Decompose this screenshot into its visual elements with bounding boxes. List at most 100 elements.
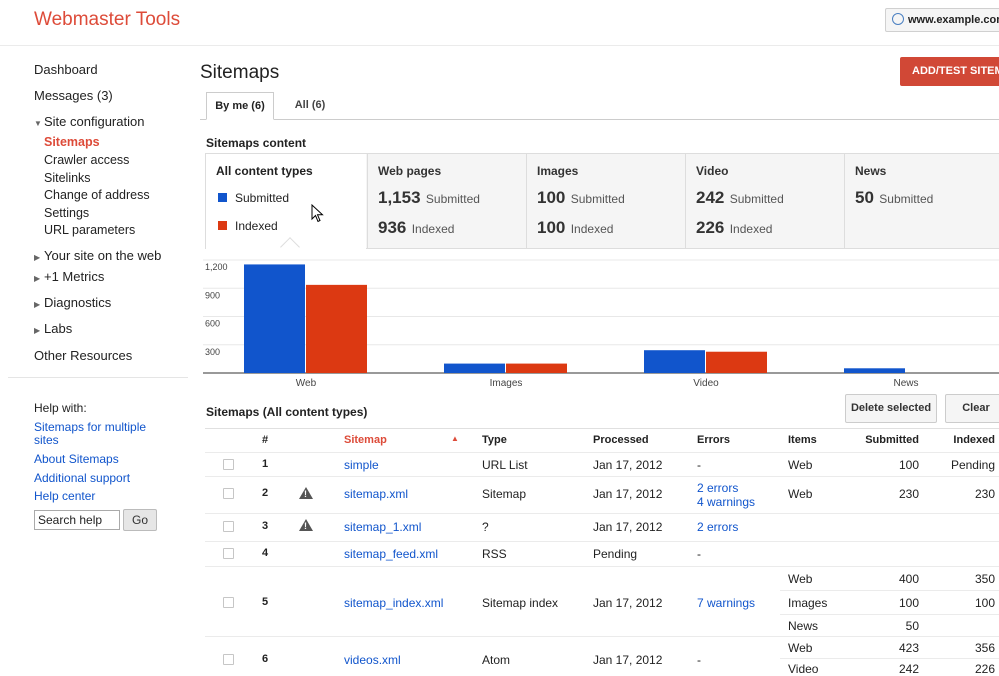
site-selector[interactable]: www.example.com: [885, 8, 999, 32]
content-type-images[interactable]: Images 100 Submitted 100 Indexed: [526, 154, 685, 248]
content-type-all[interactable]: All content types Submitted Indexed: [206, 154, 366, 249]
clear-button[interactable]: Clear: [945, 394, 999, 423]
content-type-video[interactable]: Video 242 Submitted 226 Indexed: [685, 154, 844, 248]
help-link-multiple-sites-cont[interactable]: sites: [34, 433, 59, 447]
chart-bar-submitted-images: [444, 363, 505, 373]
sidebar-item-label: Labs: [44, 321, 73, 336]
row-divider: [205, 636, 999, 637]
legend-label: Indexed: [235, 219, 278, 233]
content-type-web[interactable]: Web pages 1,153 Submitted 936 Indexed: [367, 154, 526, 248]
errors-link[interactable]: 2 errors: [697, 520, 738, 534]
sidebar-item-your-site[interactable]: ▶ Your site on the web: [34, 248, 161, 263]
help-link-help-center[interactable]: Help center: [34, 489, 95, 503]
errors-link[interactable]: 2 errors: [697, 481, 738, 495]
delete-selected-button[interactable]: Delete selected: [845, 394, 937, 423]
sitemap-type: ?: [482, 520, 489, 534]
sidebar-item-sitelinks[interactable]: Sitelinks: [44, 171, 91, 185]
search-go-button[interactable]: Go: [123, 509, 157, 531]
sidebar-item-labs[interactable]: ▶ Labs: [34, 321, 72, 336]
tab-all[interactable]: All (6): [286, 92, 334, 120]
sitemap-link[interactable]: sitemap_1.xml: [344, 520, 421, 534]
help-heading: Help with:: [34, 401, 87, 415]
sidebar-item-diagnostics[interactable]: ▶ Diagnostics: [34, 295, 111, 310]
warnings-link[interactable]: 7 warnings: [697, 596, 755, 610]
sidebar-item-change-of-address[interactable]: Change of address: [44, 188, 150, 202]
sort-ascending-icon: ▲: [451, 434, 459, 443]
legend-indexed: Indexed: [218, 219, 278, 233]
content-type-label: Images: [537, 164, 579, 178]
row-number: 2: [262, 487, 269, 499]
row-number: 1: [262, 458, 269, 470]
row-checkbox[interactable]: [223, 548, 234, 559]
column-header-submitted: Submitted: [865, 434, 919, 446]
errors-value: -: [697, 547, 701, 561]
collapsed-triangle-icon: ▶: [34, 326, 41, 335]
x-tick-label: Video: [693, 378, 719, 389]
y-tick-label: 1,200: [205, 262, 228, 272]
content-type-label: All content types: [216, 164, 313, 178]
sitemaps-list-heading: Sitemaps (All content types): [206, 405, 368, 419]
add-test-sitemap-button[interactable]: ADD/TEST SITEMAP: [900, 57, 999, 86]
item-type: Video: [788, 662, 819, 676]
column-header-number: #: [262, 434, 269, 446]
app-logo[interactable]: Webmaster Tools: [34, 9, 180, 31]
row-divider: [205, 541, 999, 542]
sitemap-link[interactable]: sitemap_feed.xml: [344, 547, 438, 561]
row-checkbox[interactable]: [223, 488, 234, 499]
row-number: 5: [262, 596, 269, 608]
table-top-divider: [205, 428, 999, 429]
sidebar-item-site-configuration[interactable]: ▼ Site configuration: [34, 114, 144, 129]
row-divider: [205, 476, 999, 477]
content-type-news[interactable]: News 50 Submitted: [844, 154, 999, 248]
processed-date: Pending: [593, 547, 638, 561]
sidebar-item-sitemaps[interactable]: Sitemaps: [44, 135, 100, 149]
sidebar-item-url-parameters[interactable]: URL parameters: [44, 223, 135, 237]
sidebar-item-messages[interactable]: Messages (3): [34, 88, 113, 103]
warning-icon: [299, 519, 313, 531]
column-header-processed[interactable]: Processed: [593, 434, 649, 446]
row-checkbox[interactable]: [223, 521, 234, 532]
collapsed-triangle-icon: ▶: [34, 300, 41, 309]
submitted-count: 230: [898, 487, 919, 501]
sitemap-link[interactable]: sitemap_index.xml: [344, 596, 443, 610]
processed-date: Jan 17, 2012: [593, 653, 663, 667]
sitemap-type: Atom: [482, 653, 511, 667]
sitemap-type: URL List: [482, 458, 528, 472]
sidebar-item-crawler-access[interactable]: Crawler access: [44, 153, 129, 167]
sidebar-item-plus1-metrics[interactable]: ▶ +1 Metrics: [34, 269, 104, 284]
chart-bar-indexed-web: [306, 284, 367, 373]
item-type: News: [788, 619, 819, 633]
row-number: 4: [262, 547, 269, 559]
row-checkbox[interactable]: [223, 597, 234, 608]
sitemap-link[interactable]: videos.xml: [344, 653, 401, 667]
sitemap-type: Sitemap: [482, 487, 527, 501]
column-header-sitemap[interactable]: Sitemap: [344, 434, 387, 446]
sidebar-item-settings[interactable]: Settings: [44, 206, 89, 220]
errors-value: -: [697, 653, 701, 667]
submitted-count: 423: [898, 641, 919, 655]
warnings-link[interactable]: 4 warnings: [697, 495, 755, 509]
processed-date: Jan 17, 2012: [593, 458, 663, 472]
chart-bar-indexed-images: [506, 363, 567, 373]
sitemap-type: Sitemap index: [482, 596, 559, 610]
column-header-type[interactable]: Type: [482, 434, 507, 446]
row-checkbox[interactable]: [223, 459, 234, 470]
indexed-count: 356: [974, 641, 995, 655]
sidebar-item-dashboard[interactable]: Dashboard: [34, 62, 98, 77]
indexed-count: 100: [974, 596, 995, 610]
sitemap-link[interactable]: simple: [344, 458, 379, 472]
help-link-multiple-sites[interactable]: Sitemaps for multiple: [34, 420, 146, 434]
content-types-panel: All content types Submitted Indexed Web …: [205, 153, 999, 249]
column-header-errors[interactable]: Errors: [697, 434, 730, 446]
help-link-about-sitemaps[interactable]: About Sitemaps: [34, 452, 119, 466]
help-link-additional-support[interactable]: Additional support: [34, 471, 130, 485]
y-tick-label: 600: [205, 319, 220, 329]
sidebar-item-other-resources[interactable]: Other Resources: [34, 348, 132, 363]
tab-by-me[interactable]: By me (6): [206, 92, 274, 120]
sitemap-link[interactable]: sitemap.xml: [344, 487, 408, 501]
item-divider: [780, 614, 999, 615]
processed-date: Jan 17, 2012: [593, 596, 663, 610]
row-checkbox[interactable]: [223, 654, 234, 665]
search-help-input[interactable]: Search help: [34, 510, 120, 530]
indexed-count: Pending: [950, 458, 995, 472]
